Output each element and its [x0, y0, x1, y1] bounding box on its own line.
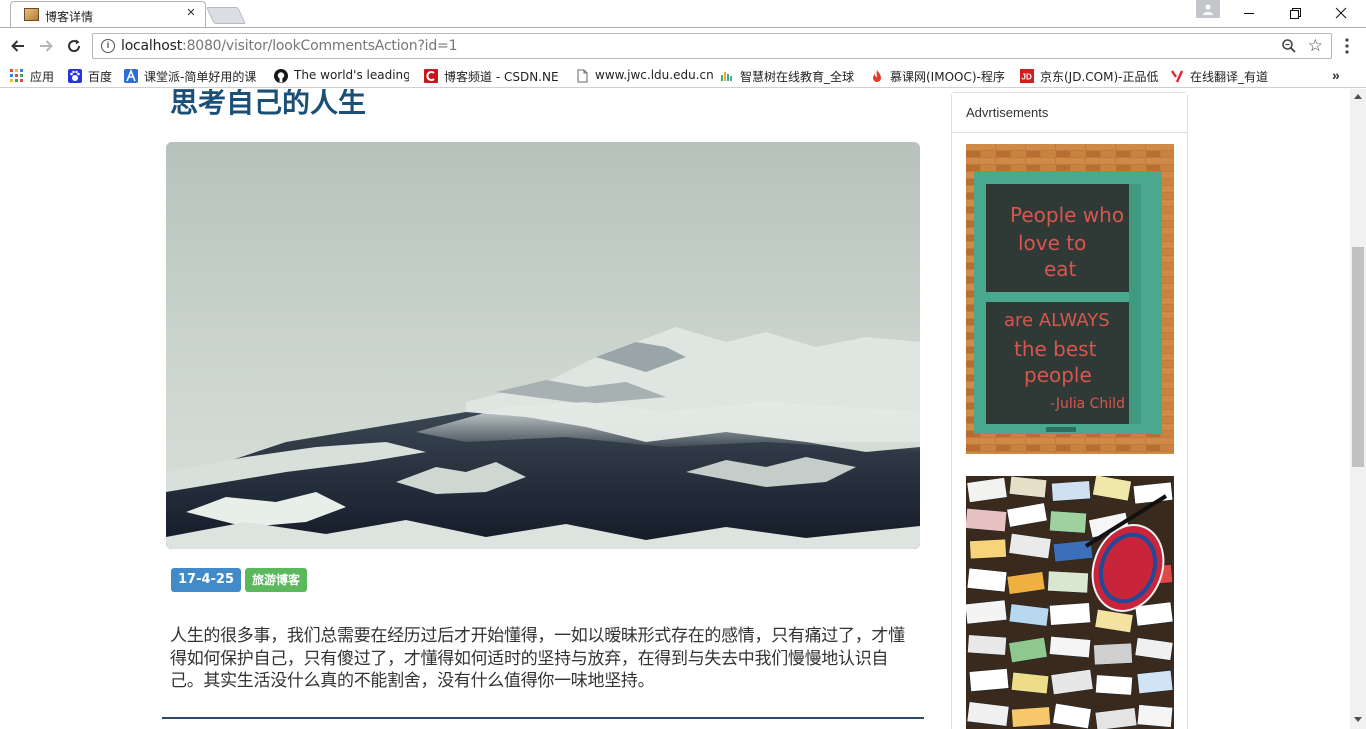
- ad1-line: eat: [1044, 257, 1077, 281]
- ad1-line: -Julia Child: [1050, 396, 1125, 412]
- post-body: 人生的很多事，我们总需要在经历过后才开始懂得，一如以暧昧形式存在的感情，只有痛过…: [170, 626, 905, 691]
- bookmark-label: www.jwc.ldu.edu.cn: [595, 68, 714, 82]
- bookmark-jd[interactable]: JD 京东(JD.COM)-正品低: [1020, 68, 1160, 84]
- new-tab-button[interactable]: [206, 7, 246, 24]
- page-scrollbar[interactable]: [1350, 89, 1366, 729]
- bookmark-label: 智慧树在线教育_全球: [740, 70, 855, 84]
- bookmark-apps[interactable]: 应用: [10, 68, 58, 84]
- bookmark-label: 慕课网(IMOOC)-程序: [890, 70, 1005, 84]
- ad1-line: the best: [1014, 337, 1097, 361]
- bookmark-jwc[interactable]: www.jwc.ldu.edu.cn: [575, 68, 715, 84]
- youdao-icon: [1171, 70, 1184, 83]
- post-date-badge: 17-4-25: [171, 568, 242, 592]
- bookmark-csdn[interactable]: 博客频道 - CSDN.NE: [424, 68, 562, 84]
- imooc-flame-icon: [873, 70, 881, 82]
- menu-dots-icon[interactable]: [1342, 36, 1352, 56]
- bookmark-imooc[interactable]: 慕课网(IMOOC)-程序: [870, 68, 1010, 84]
- profile-icon[interactable]: [1196, 0, 1220, 18]
- tab-strip: 博客详情 ×: [0, 0, 1366, 30]
- post-category-badge[interactable]: 旅游博客: [245, 568, 308, 592]
- page-icon: [577, 69, 588, 83]
- csdn-icon: [424, 69, 438, 83]
- ad1-line: love to: [1018, 231, 1086, 255]
- scroll-up-arrow-icon[interactable]: [1354, 94, 1362, 99]
- ads-sidebar: Advrtisements People who love to eat are…: [951, 92, 1188, 729]
- sidebar-heading: Advrtisements: [966, 105, 1049, 120]
- bookmark-youdao[interactable]: 在线翻译_有道: [1170, 68, 1280, 84]
- bookmark-label: 课堂派-简单好用的课: [144, 70, 257, 84]
- sidebar-header: Advrtisements: [952, 93, 1187, 133]
- post-title: 思考自己的人生: [170, 89, 367, 119]
- bookmark-baidu[interactable]: 百度: [68, 68, 116, 84]
- post-cover-image: [166, 142, 920, 549]
- close-window-icon[interactable]: [1318, 0, 1364, 27]
- post-divider: [162, 717, 924, 719]
- restore-icon[interactable]: [1272, 0, 1318, 27]
- ad-image-chalkboard[interactable]: People who love to eat are ALWAYS the be…: [966, 144, 1174, 454]
- browser-tab-active[interactable]: 博客详情 ×: [10, 1, 206, 28]
- zhihuishu-icon: [721, 72, 732, 81]
- scrollbar-thumb[interactable]: [1352, 247, 1364, 467]
- bookmark-label: 京东(JD.COM)-正品低: [1040, 70, 1158, 84]
- page-favicon-icon: [24, 8, 39, 21]
- address-url[interactable]: localhost:8080/visitor/lookCommentsActio…: [121, 38, 458, 54]
- ad1-line: are ALWAYS: [1004, 310, 1110, 331]
- bookmark-label: 博客频道 - CSDN.NE: [444, 70, 559, 84]
- bookmarks-overflow-chevron-icon[interactable]: »: [1332, 67, 1340, 83]
- bookmark-label: 百度: [88, 70, 113, 84]
- bookmark-star-icon[interactable]: ☆: [1308, 37, 1323, 55]
- baidu-paw-icon: [68, 69, 82, 83]
- apps-grid-icon: [10, 69, 23, 82]
- jd-icon: JD: [1020, 69, 1034, 83]
- bookmarks-bar: 应用 百度 课堂派-简单好用的课 The world's leading 博客频…: [0, 64, 1366, 88]
- bookmark-ketangpai[interactable]: 课堂派-简单好用的课: [124, 68, 262, 84]
- page-content: 思考自己的人生 17-4-25 旅游博客 人生的很多事，我们总需要在经历过后才开…: [0, 89, 1350, 729]
- bookmark-label: The world's leading: [294, 68, 409, 82]
- ketangpai-icon: [124, 69, 138, 83]
- bookmark-label: 在线翻译_有道: [1190, 70, 1269, 84]
- bookmark-zhihuishu[interactable]: 智慧树在线教育_全球: [720, 68, 860, 84]
- browser-toolbar: i localhost:8080/visitor/lookCommentsAct…: [0, 28, 1366, 64]
- reload-icon[interactable]: [65, 37, 83, 55]
- tab-title: 博客详情: [45, 10, 94, 24]
- scroll-down-arrow-icon[interactable]: [1354, 717, 1362, 722]
- ad-image-license-plates[interactable]: [966, 476, 1174, 729]
- ad1-line: People who: [1010, 203, 1124, 227]
- back-arrow-icon[interactable]: [9, 37, 27, 55]
- svg-text:JD: JD: [1022, 73, 1032, 82]
- github-icon: [274, 69, 288, 83]
- ad1-line: people: [1024, 363, 1092, 387]
- bookmark-github[interactable]: The world's leading: [274, 68, 414, 84]
- address-bar[interactable]: i localhost:8080/visitor/lookCommentsAct…: [92, 33, 1332, 59]
- bookmark-label: 应用: [30, 70, 55, 84]
- site-info-icon[interactable]: i: [101, 39, 115, 53]
- forward-arrow-icon[interactable]: [37, 37, 55, 55]
- zoom-magnifier-icon[interactable]: [1281, 38, 1297, 59]
- tab-close-icon[interactable]: ×: [183, 5, 199, 21]
- minimize-icon[interactable]: [1226, 0, 1272, 27]
